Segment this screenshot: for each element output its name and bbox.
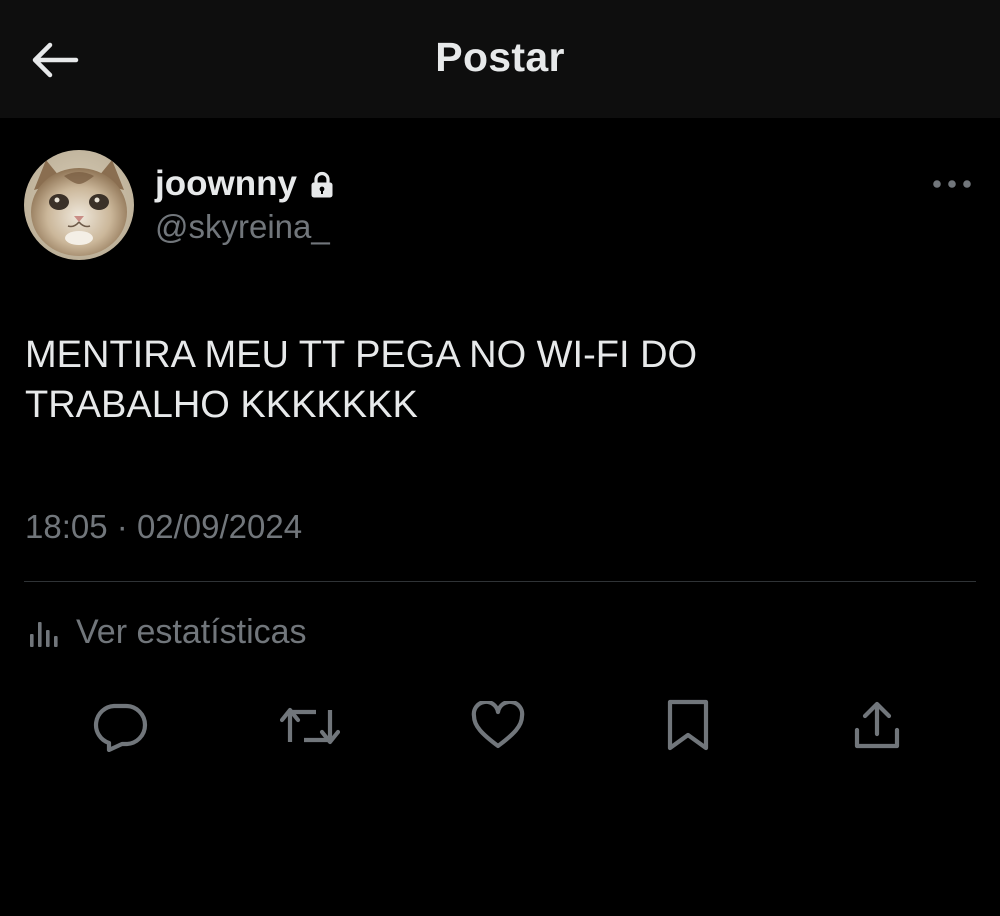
lock-icon <box>309 171 335 199</box>
repost-icon <box>280 707 340 745</box>
timestamp-separator: · <box>116 508 128 545</box>
heart-icon <box>471 701 525 749</box>
reply-button[interactable] <box>90 696 150 756</box>
author-handle[interactable]: @skyreina_ <box>155 208 330 246</box>
post-text-line: MENTIRA MEU TT PEGA NO WI-FI DO <box>25 334 698 376</box>
more-horizontal-icon <box>933 180 971 188</box>
share-icon <box>854 701 900 749</box>
post-date: 02/09/2024 <box>136 508 303 545</box>
post-timestamp: 18:05 · 02/09/2024 <box>25 508 302 546</box>
top-bar: Postar <box>0 0 1000 118</box>
bookmark-icon <box>667 699 709 751</box>
post-time-link[interactable]: 18:05 · 02/09/2024 <box>25 508 302 545</box>
reply-icon <box>93 703 148 752</box>
more-options-button[interactable] <box>926 168 978 200</box>
author-name-row: joownny <box>155 162 335 206</box>
bookmark-button[interactable] <box>658 696 718 756</box>
divider <box>24 581 976 582</box>
repost-button[interactable] <box>280 696 340 756</box>
analytics-icon <box>30 622 58 647</box>
post-text: MENTIRA MEU TT PEGA NO WI-FI DO TRABALHO… <box>25 330 975 430</box>
cat-avatar-image <box>24 150 134 260</box>
view-stats-link[interactable]: Ver estatísticas <box>28 610 307 654</box>
post-text-line: TRABALHO KKKKKKK <box>25 384 418 426</box>
share-button[interactable] <box>847 696 907 756</box>
post-time: 18:05 <box>25 508 108 545</box>
avatar[interactable] <box>24 150 134 260</box>
view-stats-label: Ver estatísticas <box>76 612 307 651</box>
page-title: Postar <box>435 34 565 80</box>
like-button[interactable] <box>468 696 528 756</box>
display-name[interactable]: joownny <box>155 164 297 204</box>
